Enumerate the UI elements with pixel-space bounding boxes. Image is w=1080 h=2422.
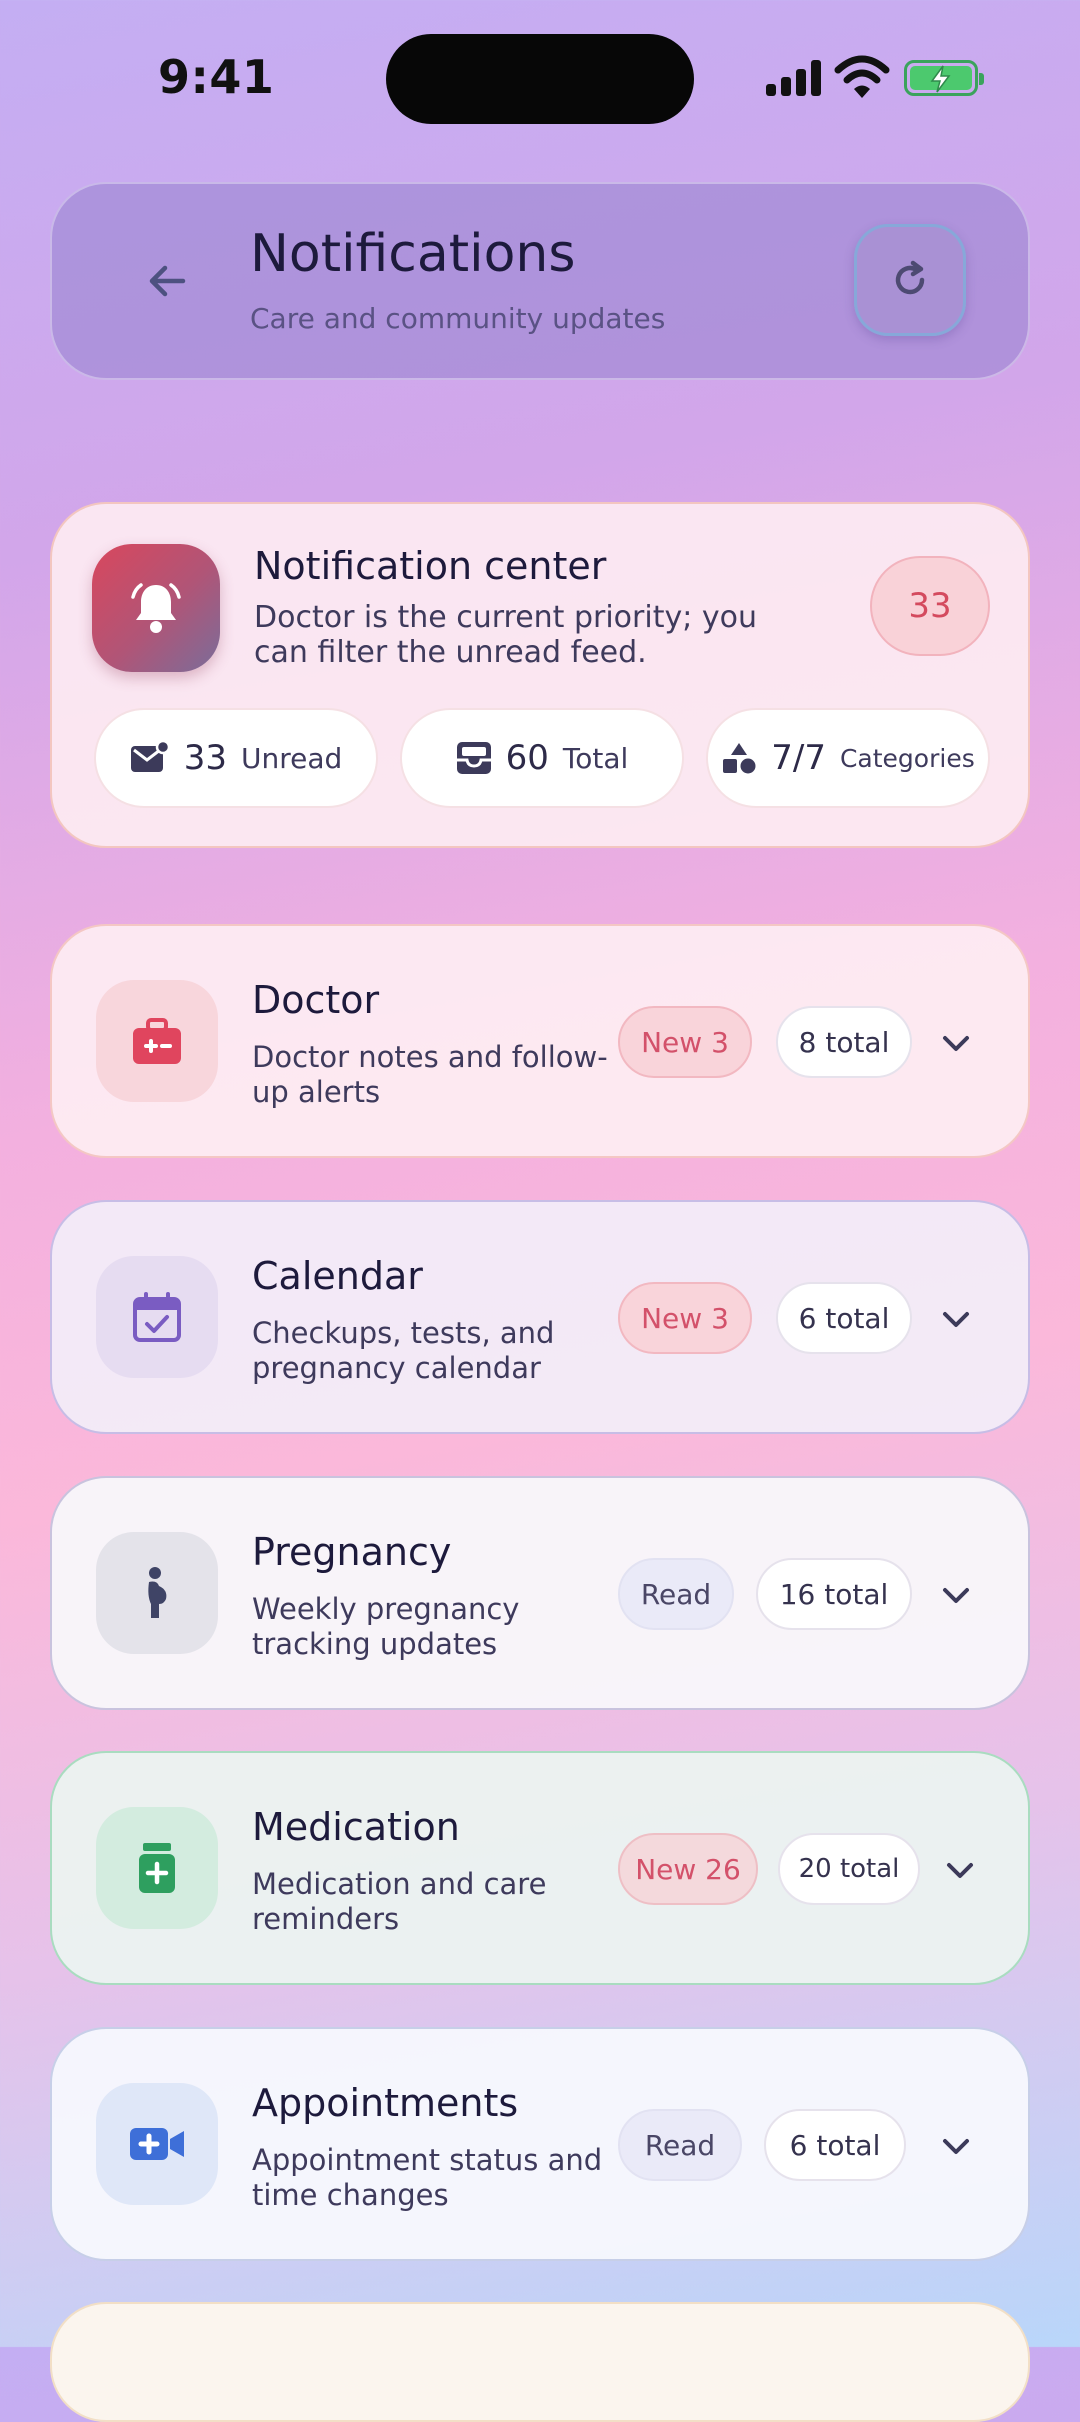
doctor-total-badge: 8 total bbox=[776, 1006, 912, 1078]
chevron-down-icon bbox=[943, 1588, 969, 1603]
appointments-title: Appointments bbox=[252, 2081, 519, 2125]
appointments-expand-button[interactable] bbox=[936, 2127, 976, 2167]
doctor-new-badge: New 3 bbox=[618, 1006, 752, 1078]
battery-charging-icon bbox=[904, 60, 984, 96]
doctor-title: Doctor bbox=[252, 978, 380, 1022]
total-filter-pill[interactable]: 60 Total bbox=[400, 708, 684, 808]
refresh-button[interactable] bbox=[854, 224, 966, 336]
doctor-icon-tile bbox=[96, 980, 218, 1102]
calendar-title: Calendar bbox=[252, 1254, 423, 1298]
video-medical-icon bbox=[130, 2128, 184, 2160]
pregnant-person-icon bbox=[148, 1567, 167, 1618]
cellular-signal-icon bbox=[766, 60, 822, 96]
category-card-appointments[interactable]: Appointments Appointment status and time… bbox=[50, 2027, 1030, 2261]
medication-title: Medication bbox=[252, 1805, 460, 1849]
status-bar: 9:41 bbox=[0, 0, 1080, 150]
unread-filter-pill[interactable]: 33 Unread bbox=[94, 708, 378, 808]
appointments-description: Appointment status and time changes bbox=[252, 2143, 603, 2212]
center-title: Notification center bbox=[254, 544, 607, 588]
pill-bottle-icon bbox=[139, 1843, 175, 1893]
center-description: Doctor is the current priority; you can … bbox=[254, 600, 757, 670]
calendar-total-badge: 6 total bbox=[776, 1282, 912, 1354]
category-card-partial[interactable] bbox=[50, 2302, 1030, 2422]
bell-icon bbox=[131, 583, 181, 633]
chevron-down-icon bbox=[943, 1036, 969, 1051]
calendar-icon-tile bbox=[96, 1256, 218, 1378]
inbox-icon bbox=[456, 742, 491, 774]
pregnancy-title: Pregnancy bbox=[252, 1530, 452, 1574]
pregnancy-description: Weekly pregnancy tracking updates bbox=[252, 1592, 520, 1661]
pregnancy-read-badge: Read bbox=[618, 1558, 734, 1630]
unread-label: Unread bbox=[240, 741, 343, 775]
notification-center-card: Notification center Doctor is the curren… bbox=[50, 502, 1030, 848]
medical-kit-icon bbox=[133, 1018, 181, 1064]
category-card-calendar[interactable]: Calendar Checkups, tests, and pregnancy … bbox=[50, 1200, 1030, 1434]
arrow-left-icon bbox=[149, 265, 186, 297]
medication-new-badge: New 26 bbox=[618, 1833, 758, 1905]
page-subtitle: Care and community updates bbox=[250, 302, 666, 335]
chevron-down-icon bbox=[943, 1312, 969, 1327]
page-title: Notifications bbox=[250, 224, 576, 284]
wifi-icon bbox=[834, 54, 890, 100]
medication-expand-button[interactable] bbox=[940, 1851, 980, 1891]
shapes-icon bbox=[723, 743, 756, 774]
calendar-expand-button[interactable] bbox=[936, 1300, 976, 1340]
category-card-medication[interactable]: Medication Medication and care reminders… bbox=[50, 1751, 1030, 1985]
unread-count: 33 bbox=[183, 738, 227, 778]
appointments-read-badge: Read bbox=[618, 2109, 742, 2181]
medication-total-badge: 20 total bbox=[778, 1833, 920, 1905]
medication-icon-tile bbox=[96, 1807, 218, 1929]
pregnancy-expand-button[interactable] bbox=[936, 1576, 976, 1616]
doctor-description: Doctor notes and follow-up alerts bbox=[252, 1040, 608, 1109]
unread-count-badge: 33 bbox=[870, 556, 990, 656]
categories-count: 7/7 bbox=[771, 738, 826, 778]
refresh-icon bbox=[895, 260, 925, 295]
category-card-doctor[interactable]: Doctor Doctor notes and follow-up alerts… bbox=[50, 924, 1030, 1158]
calendar-check-icon bbox=[133, 1292, 181, 1342]
pregnancy-icon-tile bbox=[96, 1532, 218, 1654]
total-count: 60 bbox=[505, 738, 549, 778]
dynamic-island bbox=[386, 34, 694, 124]
back-button[interactable] bbox=[132, 246, 202, 316]
bell-icon-tile bbox=[92, 544, 220, 672]
calendar-description: Checkups, tests, and pregnancy calendar bbox=[252, 1316, 555, 1385]
total-label: Total bbox=[562, 741, 629, 775]
medication-description: Medication and care reminders bbox=[252, 1867, 547, 1936]
categories-label: Categories bbox=[839, 743, 975, 773]
categories-filter-pill[interactable]: 7/7 Categories bbox=[706, 708, 990, 808]
appointments-total-badge: 6 total bbox=[764, 2109, 906, 2181]
chevron-down-icon bbox=[943, 2139, 969, 2154]
header-bar: Notifications Care and community updates bbox=[50, 182, 1030, 380]
mail-icon bbox=[130, 741, 170, 772]
status-time: 9:41 bbox=[158, 50, 275, 104]
pregnancy-total-badge: 16 total bbox=[756, 1558, 912, 1630]
category-card-pregnancy[interactable]: Pregnancy Weekly pregnancy tracking upda… bbox=[50, 1476, 1030, 1710]
appointments-icon-tile bbox=[96, 2083, 218, 2205]
doctor-expand-button[interactable] bbox=[936, 1024, 976, 1064]
chevron-down-icon bbox=[947, 1863, 973, 1878]
calendar-new-badge: New 3 bbox=[618, 1282, 752, 1354]
